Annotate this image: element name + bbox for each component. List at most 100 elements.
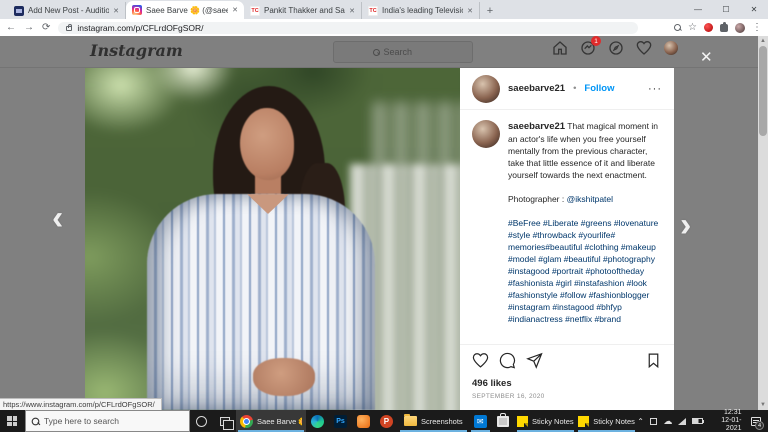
hashtags[interactable]: #BeFree #Liberate #greens #lovenature #s… [508, 217, 660, 325]
tab-title: Saee Barve 🌼 (@saeebarve21) - [146, 6, 228, 15]
padlock-icon [66, 26, 72, 31]
save-bookmark-icon[interactable] [645, 352, 662, 374]
activity-heart-icon[interactable] [636, 40, 652, 56]
scrollbar-thumb[interactable] [759, 46, 767, 136]
browser-menu-icon[interactable]: ⋮ [752, 23, 762, 33]
modal-close-icon[interactable]: ✕ [700, 48, 713, 66]
window-minimize-button[interactable]: — [684, 0, 712, 19]
cortana-button[interactable] [190, 410, 213, 432]
new-tab-button[interactable]: + [480, 2, 500, 19]
chrome-window-label: Saee Barve 🌼.. [257, 417, 302, 426]
photographer-mention[interactable]: @ikshitpatel [567, 194, 613, 204]
page-scrollbar[interactable]: ▲ ▼ [758, 36, 768, 410]
tab-close-icon[interactable]: ✕ [113, 7, 119, 15]
photographer-line: Photographer : @ikshitpatel [508, 193, 660, 205]
tab-audition-form[interactable]: Add New Post - AuditionForm — ✕ [8, 2, 126, 19]
taskbar-sticky-notes-button-1[interactable]: Sticky Notes [515, 410, 576, 432]
mail-icon: ✉ [474, 415, 487, 428]
action-center-button[interactable]: 4 [748, 410, 765, 432]
instagram-logo[interactable]: Instagram [90, 41, 183, 60]
taskbar-search-box[interactable] [25, 410, 190, 432]
browser-toolbar-icons: ☆ ⋮ [674, 23, 762, 33]
follow-button[interactable]: Follow [584, 83, 614, 94]
folder-icon [404, 416, 417, 426]
scrollbar-up-icon[interactable]: ▲ [758, 36, 768, 46]
taskbar-chrome-button[interactable]: Saee Barve 🌼.. [236, 410, 306, 432]
tab-title: India's leading Television, Digital [382, 6, 463, 15]
post-date: SEPTEMBER 16, 2020 [472, 393, 662, 400]
audition-favicon-icon [14, 6, 24, 16]
sticky-notes-label: Sticky Notes [593, 417, 635, 426]
post-caption-block: saeebarve21 That magical moment in an ac… [460, 110, 674, 344]
taskbar-screenshots-folder-button[interactable]: Screenshots [398, 410, 469, 432]
screen: Add New Post - AuditionForm — ✕ Saee Bar… [0, 0, 768, 432]
window-close-button[interactable]: ✕ [740, 0, 768, 19]
photoshop-icon: Ps [334, 415, 347, 428]
caption-author-avatar[interactable] [472, 120, 500, 148]
address-bar[interactable]: instagram.com/p/CFLrdOFgSOR/ [58, 22, 638, 34]
taskbar-mail-button[interactable]: ✉ [469, 410, 492, 432]
tab-close-icon[interactable]: ✕ [349, 7, 355, 15]
onedrive-cloud-icon[interactable]: ☁ [663, 417, 672, 426]
separator-dot: • [573, 83, 576, 94]
task-view-button[interactable] [213, 410, 236, 432]
instagram-search-box[interactable] [333, 41, 473, 63]
tab-india-television[interactable]: TC India's leading Television, Digital ✕ [362, 2, 480, 19]
explore-compass-icon[interactable] [608, 40, 624, 56]
tray-expand-chevron-icon[interactable]: ⌃ [637, 417, 644, 426]
taskbar-sticky-notes-button-2[interactable]: Sticky Notes [576, 410, 637, 432]
taskbar-photoshop-button[interactable]: Ps [329, 410, 352, 432]
extensions-puzzle-icon[interactable] [720, 24, 728, 32]
browser-tab-bar: Add New Post - AuditionForm — ✕ Saee Bar… [0, 0, 768, 19]
start-button[interactable] [0, 410, 25, 432]
taskbar-store-button[interactable] [492, 410, 515, 432]
post-more-options-icon[interactable]: ··· [648, 83, 662, 95]
battery-icon[interactable] [692, 418, 702, 424]
tab-close-icon[interactable]: ✕ [467, 7, 473, 15]
bookmark-star-icon[interactable]: ☆ [688, 23, 697, 33]
tab-close-icon[interactable]: ✕ [232, 6, 238, 14]
messenger-badge: 1 [591, 36, 601, 46]
instagram-search-input[interactable] [384, 47, 434, 57]
tab-instagram-post[interactable]: Saee Barve 🌼 (@saeebarve21) - ✕ [126, 1, 244, 19]
orange-app-icon [357, 415, 370, 428]
share-plane-icon[interactable] [526, 352, 543, 374]
post-author-username[interactable]: saeebarve21 [508, 83, 565, 94]
next-post-chevron-icon[interactable]: › [680, 208, 691, 242]
refresh-icon[interactable]: ⟳ [42, 23, 50, 33]
home-icon[interactable] [552, 40, 568, 56]
likes-count[interactable]: 496 likes [472, 378, 662, 389]
taskbar-clock[interactable]: 12:31 12-01-2021 [709, 409, 742, 432]
window-maximize-button[interactable]: ☐ [712, 0, 740, 19]
tray-device-icon[interactable] [650, 418, 658, 425]
messenger-icon[interactable]: 1 [580, 40, 596, 56]
search-icon [32, 417, 40, 425]
post-actions: 496 likes SEPTEMBER 16, 2020 [460, 344, 674, 410]
extension-red-icon[interactable] [704, 23, 713, 32]
photographer-label: Photographer : [508, 194, 567, 204]
taskbar-powerpoint-button[interactable]: P [375, 410, 398, 432]
previous-post-chevron-icon[interactable]: ‹ [52, 201, 63, 235]
forward-icon[interactable]: → [24, 23, 34, 33]
browser-profile-avatar[interactable] [735, 23, 745, 33]
windows-logo-icon [7, 416, 17, 426]
tc-favicon-icon: TC [368, 6, 378, 16]
url-text[interactable]: instagram.com/p/CFLrdOFgSOR/ [77, 23, 203, 33]
edge-icon [311, 415, 324, 428]
system-tray: ⌃ ☁ 12:31 12-01-2021 4 [637, 409, 768, 432]
windows-taskbar: Saee Barve 🌼.. Ps P Screenshots ✉ Sticky… [0, 410, 768, 432]
zoom-icon[interactable] [674, 24, 681, 31]
comment-icon[interactable] [499, 352, 516, 374]
taskbar-search-input[interactable] [44, 416, 164, 426]
taskbar-edge-button[interactable] [306, 410, 329, 432]
caption-username[interactable]: saeebarve21 [508, 121, 565, 132]
like-heart-icon[interactable] [472, 352, 489, 374]
instagram-header-icons: 1 [552, 40, 678, 56]
back-icon[interactable]: ← [6, 23, 16, 33]
tab-pankit-thakker[interactable]: TC Pankit Thakker and Saee Barve b ✕ [244, 2, 362, 19]
taskbar-orange-app-button[interactable] [352, 410, 375, 432]
network-icon[interactable] [678, 418, 686, 425]
profile-avatar[interactable] [664, 41, 678, 55]
post-header: saeebarve21 • Follow ··· [460, 68, 674, 110]
post-author-avatar[interactable] [472, 75, 500, 103]
